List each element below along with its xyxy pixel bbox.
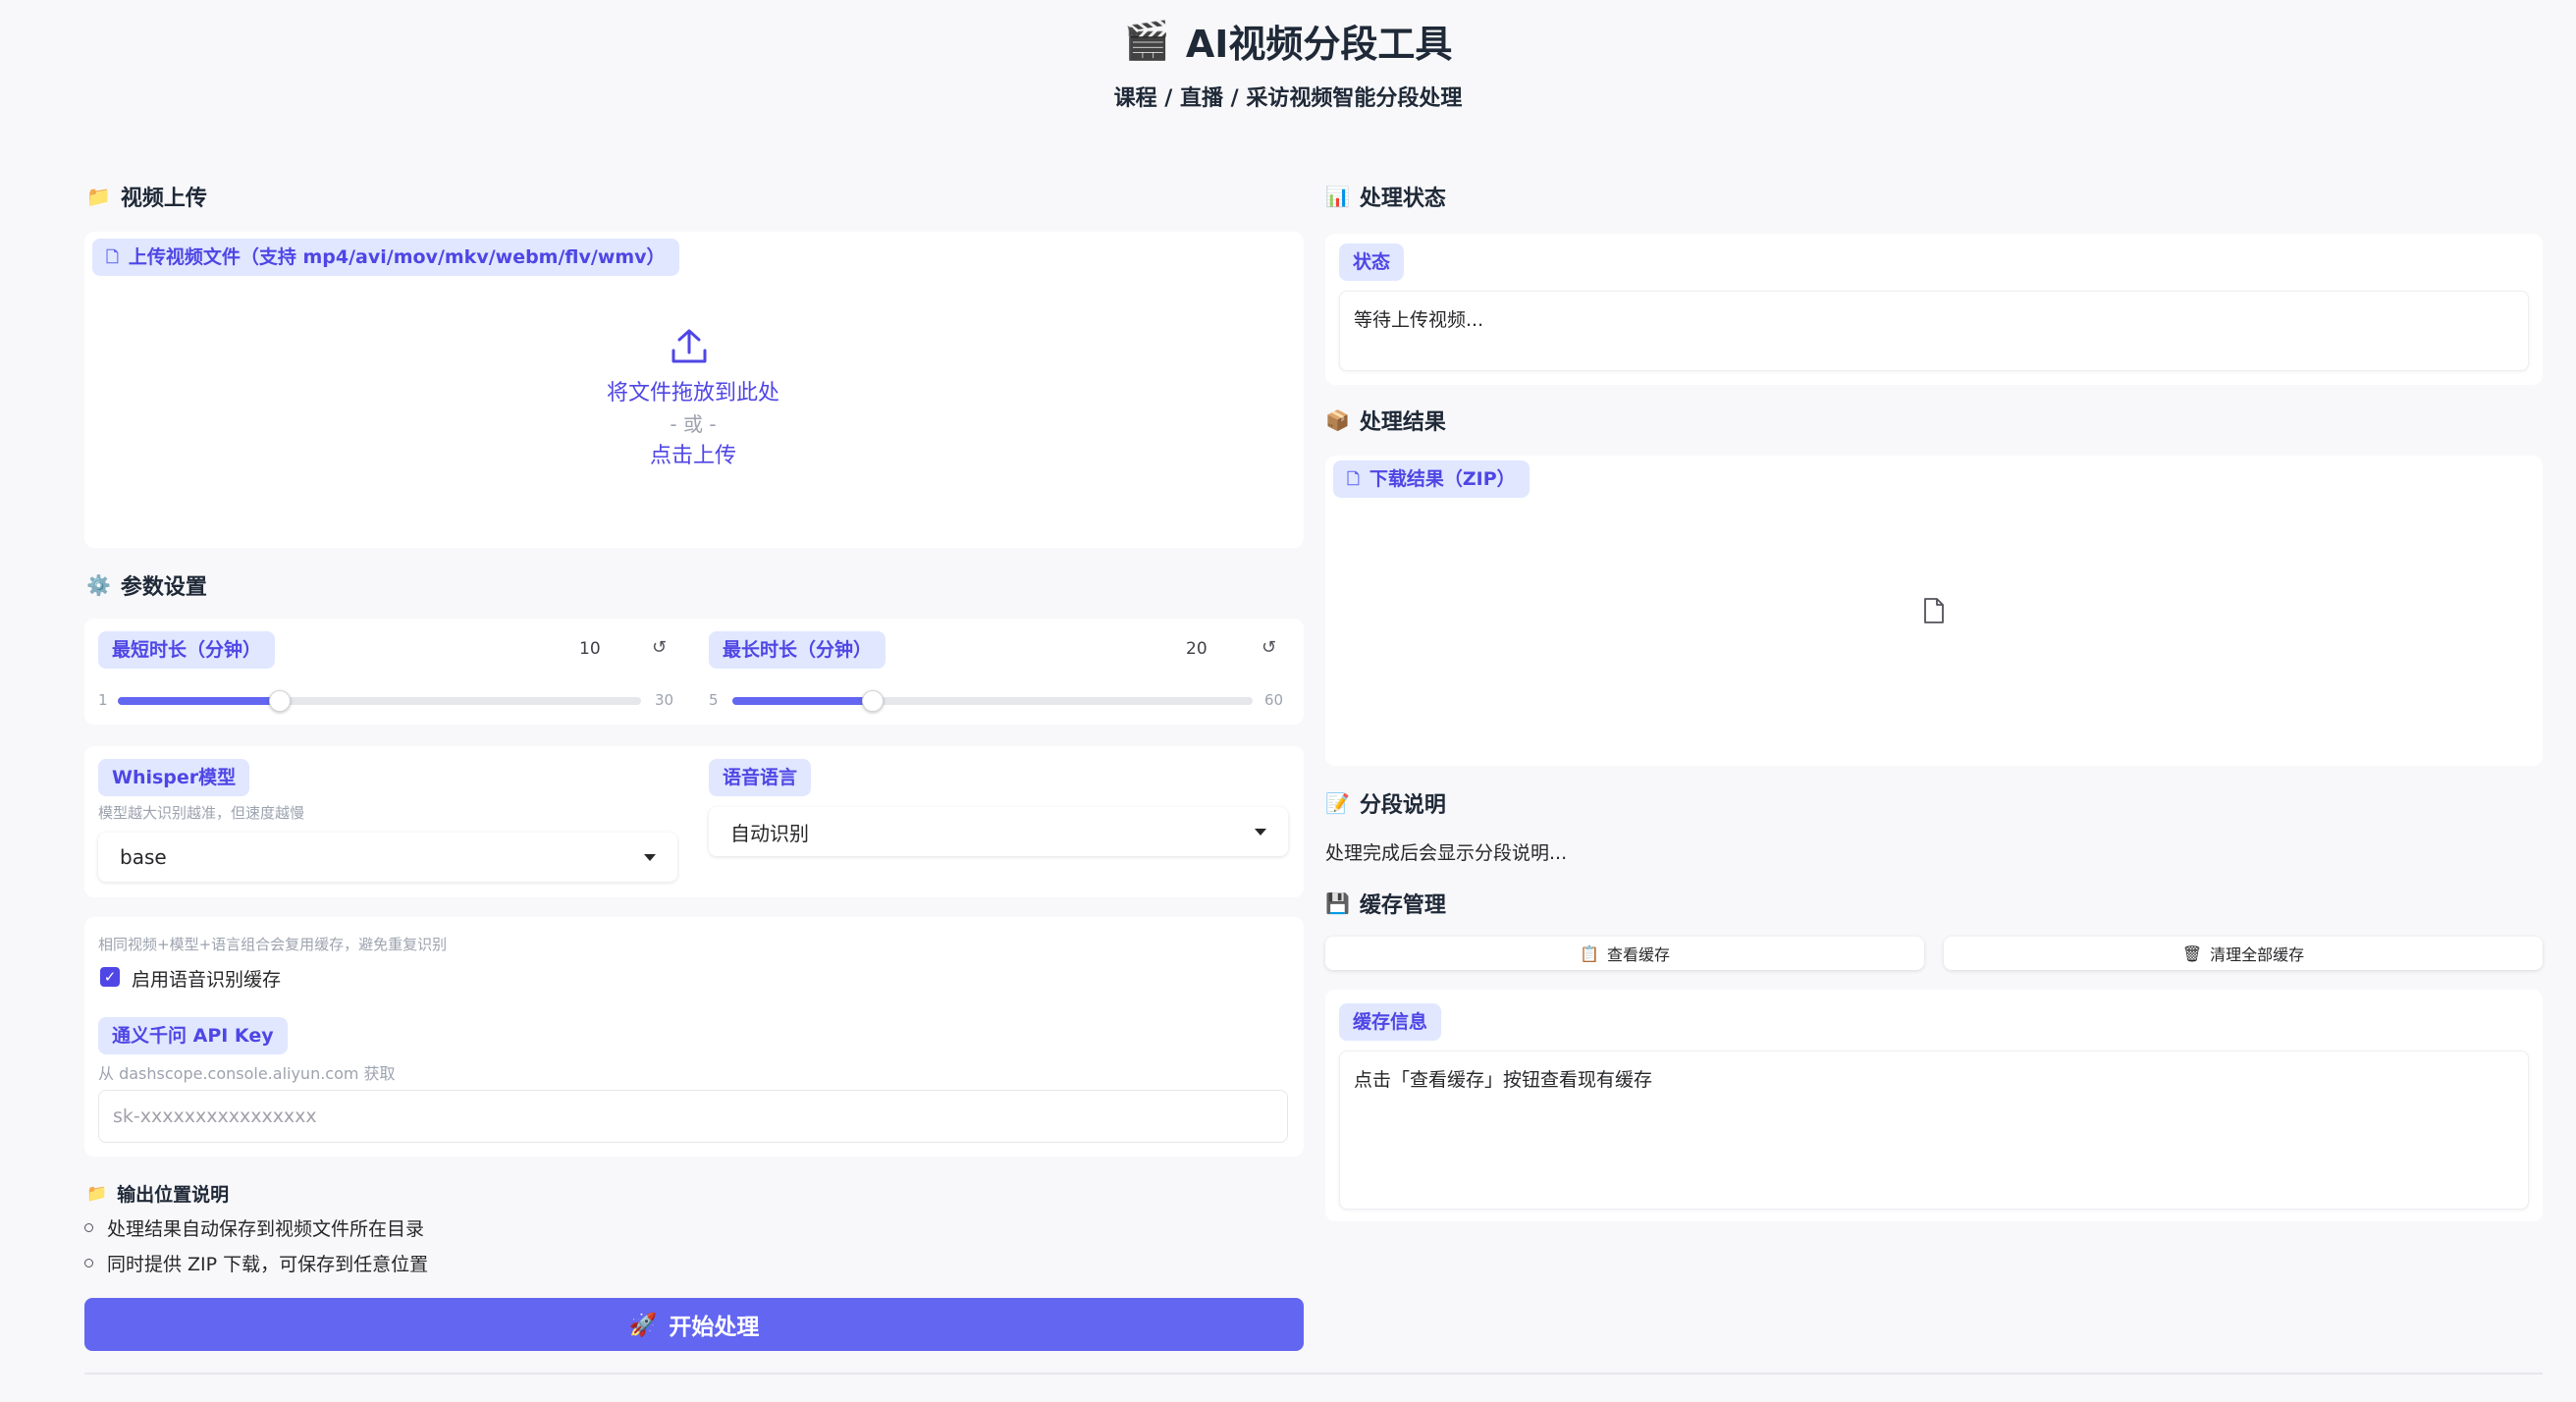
cache-checkbox[interactable]: ✓ <box>100 967 120 987</box>
max-slider-thumb[interactable] <box>862 690 885 712</box>
rocket-icon: 🚀 <box>628 1312 658 1338</box>
min-duration-value[interactable]: 10 <box>579 639 601 659</box>
max-range-min: 5 <box>709 691 719 709</box>
clipboard-icon: 📋 <box>1580 944 1599 963</box>
upload-section-title: 视频上传 <box>120 187 207 211</box>
whisper-info: 模型越大识别越准，但速度越慢 <box>98 804 305 822</box>
api-key-label: 通义千问 API Key <box>98 1017 288 1054</box>
status-chip: 状态 <box>1339 243 1405 281</box>
file-icon: 🗋 <box>1347 469 1360 488</box>
list-item: 同时提供 ZIP 下载，可保存到任意位置 <box>84 1245 428 1280</box>
cache-info-text: 点击「查看缓存」按钮查看现有缓存 <box>1354 1069 1653 1091</box>
status-chip-label: 状态 <box>1353 251 1391 273</box>
cache-info-chip: 缓存信息 <box>1339 1003 1442 1041</box>
cache-checkbox-label[interactable]: 启用语音识别缓存 <box>132 965 281 992</box>
whisper-label-text: Whisper模型 <box>112 767 237 788</box>
result-chip: 🗋 下载结果（ZIP） <box>1333 460 1530 498</box>
status-section-header: 📊 处理状态 <box>1325 181 1446 212</box>
language-label: 语音语言 <box>709 759 812 796</box>
cache-section-title: 缓存管理 <box>1359 893 1446 918</box>
upload-chip-label: 上传视频文件（支持 mp4/avi/mov/mkv/webm/flv/wmv） <box>128 246 666 268</box>
whisper-model-value: base <box>120 845 167 869</box>
file-icon <box>1924 598 1944 623</box>
min-reset-icon[interactable]: ↺ <box>652 637 667 658</box>
floppy-disk-icon: 💾 <box>1325 891 1350 915</box>
output-item-text: 处理结果自动保存到视频文件所在目录 <box>107 1217 425 1240</box>
cache-section-header: 💾 缓存管理 <box>1325 888 1446 919</box>
status-section-title: 处理状态 <box>1359 187 1446 211</box>
api-key-placeholder: sk-xxxxxxxxxxxxxxxx <box>113 1105 317 1127</box>
upload-icon[interactable] <box>668 327 711 366</box>
max-reset-icon[interactable]: ↺ <box>1261 637 1276 658</box>
cache-reuse-info: 相同视频+模型+语言组合会复用缓存，避免重复识别 <box>98 936 448 953</box>
click-upload-link[interactable]: 点击上传 <box>497 438 889 469</box>
result-section-header: 📦 处理结果 <box>1325 404 1446 436</box>
max-duration-label: 最长时长（分钟） <box>709 631 886 669</box>
view-cache-button[interactable]: 📋 查看缓存 <box>1325 937 1924 970</box>
output-list: 处理结果自动保存到视频文件所在目录 同时提供 ZIP 下载，可保存到任意位置 <box>84 1210 428 1280</box>
clear-cache-button[interactable]: 🗑 清理全部缓存 <box>1944 937 2543 970</box>
whisper-label: Whisper模型 <box>98 759 250 796</box>
drop-text[interactable]: 将文件拖放到此处 <box>497 375 889 406</box>
view-cache-label: 查看缓存 <box>1606 945 1670 964</box>
max-duration-slider[interactable] <box>732 690 1253 712</box>
upload-chip: 🗋 上传视频文件（支持 mp4/avi/mov/mkv/webm/flv/wmv… <box>92 239 679 276</box>
clear-cache-label: 清理全部缓存 <box>2210 945 2305 964</box>
segment-section-header: 📝 分段说明 <box>1325 787 1446 819</box>
result-chip-label: 下载结果（ZIP） <box>1368 468 1516 490</box>
params-section-title: 参数设置 <box>120 575 207 600</box>
cache-info-chip-label: 缓存信息 <box>1353 1011 1428 1033</box>
package-icon: 📦 <box>1325 408 1350 432</box>
upload-section-header: 📁 视频上传 <box>86 181 207 212</box>
language-label-text: 语音语言 <box>723 767 798 788</box>
output-item-text: 同时提供 ZIP 下载，可保存到任意位置 <box>107 1253 429 1275</box>
api-key-info: 从 dashscope.console.aliyun.com 获取 <box>98 1064 396 1083</box>
app-title: AI视频分段工具 <box>1185 23 1453 66</box>
segment-text: 处理完成后会显示分段说明... <box>1325 842 1568 864</box>
page-subtitle: 课程 / 直播 / 采访视频智能分段处理 <box>1113 86 1463 111</box>
min-slider-fill <box>118 697 281 705</box>
folder-icon: 📁 <box>86 185 111 208</box>
min-duration-label: 最短时长（分钟） <box>98 631 276 669</box>
page-title: 🎬 AI视频分段工具 <box>0 14 2576 68</box>
max-slider-fill <box>732 697 874 705</box>
min-duration-label-text: 最短时长（分钟） <box>112 639 262 661</box>
max-duration-label-text: 最长时长（分钟） <box>723 639 873 661</box>
file-icon: 🗋 <box>106 247 119 266</box>
status-value: 等待上传视频... <box>1354 309 1484 331</box>
whisper-model-select[interactable]: base <box>98 833 677 882</box>
cache-info-textbox[interactable]: 点击「查看缓存」按钮查看现有缓存 <box>1339 1051 2529 1210</box>
status-textbox[interactable]: 等待上传视频... <box>1339 291 2529 371</box>
result-section-title: 处理结果 <box>1359 410 1446 435</box>
gear-icon: ⚙️ <box>86 573 111 597</box>
max-range-max: 60 <box>1264 691 1284 709</box>
start-button-label: 开始处理 <box>669 1315 760 1340</box>
or-text: - 或 - <box>670 412 717 436</box>
start-processing-button[interactable]: 🚀 开始处理 <box>84 1298 1304 1351</box>
clapperboard-icon: 🎬 <box>1123 19 1170 62</box>
output-section-header: 📁 输出位置说明 <box>86 1180 229 1207</box>
output-section-title: 输出位置说明 <box>117 1184 230 1206</box>
folder-icon: 📁 <box>86 1183 108 1204</box>
trash-icon: 🗑 <box>2181 944 2203 963</box>
api-key-label-text: 通义千问 API Key <box>112 1025 274 1047</box>
min-range-max: 30 <box>655 691 674 709</box>
params-section-header: ⚙️ 参数设置 <box>86 569 207 601</box>
list-item: 处理结果自动保存到视频文件所在目录 <box>84 1210 428 1245</box>
language-value: 自动识别 <box>730 821 809 845</box>
segment-section-title: 分段说明 <box>1359 793 1446 818</box>
min-duration-slider[interactable] <box>118 690 641 712</box>
api-key-input[interactable]: sk-xxxxxxxxxxxxxxxx <box>98 1090 1288 1143</box>
chevron-down-icon <box>1255 828 1266 836</box>
chevron-down-icon <box>644 853 656 861</box>
bar-chart-icon: 📊 <box>1325 185 1350 208</box>
language-select[interactable]: 自动识别 <box>709 807 1288 856</box>
max-duration-value[interactable]: 20 <box>1186 639 1208 659</box>
min-range-min: 1 <box>98 691 108 709</box>
footer-divider <box>84 1373 2543 1375</box>
memo-icon: 📝 <box>1325 791 1350 815</box>
